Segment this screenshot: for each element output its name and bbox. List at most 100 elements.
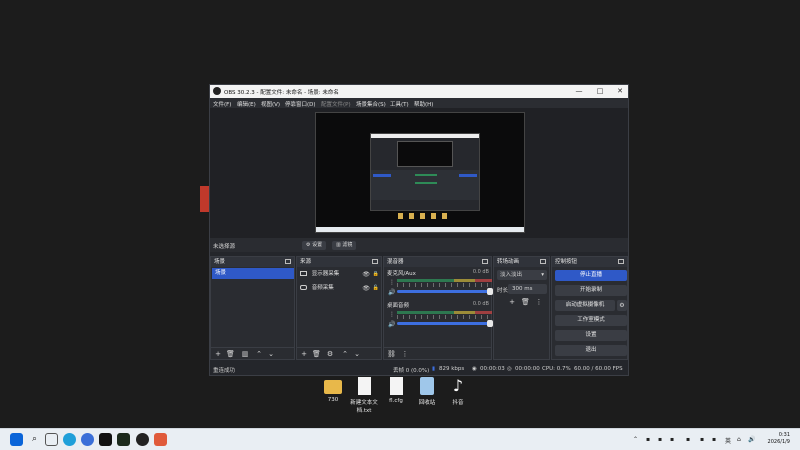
add-icon[interactable]: + bbox=[214, 350, 222, 358]
network-icon: ▮ bbox=[432, 366, 436, 372]
start-recording-button[interactable]: 开始录制 bbox=[555, 285, 627, 296]
studio-mode-button[interactable]: 工作室模式 bbox=[555, 315, 627, 326]
volume-slider[interactable] bbox=[397, 320, 493, 327]
mixer-dock-footer: ⛓ ⋮ bbox=[384, 347, 491, 359]
windows-start-icon[interactable] bbox=[10, 433, 23, 446]
menu-dots-icon[interactable]: ⋮ bbox=[401, 350, 409, 358]
tray-app-icon[interactable]: ▪ bbox=[712, 436, 716, 443]
exit-button[interactable]: 退出 bbox=[555, 345, 627, 356]
obs-taskbar-icon[interactable] bbox=[136, 433, 149, 446]
tray-app-icon[interactable]: ▪ bbox=[670, 436, 674, 443]
link-icon[interactable]: ⛓ bbox=[387, 350, 396, 358]
source-item-display-capture[interactable]: 显示器采集 👁 🔒 bbox=[300, 269, 380, 280]
transitions-dock-header: 转场动画 bbox=[494, 257, 549, 267]
eye-icon[interactable]: 👁 bbox=[362, 283, 370, 294]
source-item-audio-capture[interactable]: 音频采集 👁 🔓 bbox=[300, 283, 380, 294]
transition-selected: 淡入淡出 bbox=[500, 272, 523, 278]
trash-icon[interactable]: 🗑 bbox=[312, 350, 321, 358]
desktop-icon-label: 回收站 bbox=[418, 400, 436, 406]
menu-file[interactable]: 文件(F) bbox=[213, 100, 231, 108]
trash-icon[interactable]: 🗑 bbox=[521, 298, 530, 306]
menu-help[interactable]: 帮助(H) bbox=[414, 100, 433, 108]
volume-icon[interactable]: 🔊 bbox=[748, 436, 755, 443]
search-icon[interactable]: ⌕ bbox=[28, 433, 41, 446]
nested-taskbar bbox=[316, 227, 524, 232]
menu-profile[interactable]: 配置文件(P) bbox=[321, 100, 351, 108]
network-icon[interactable]: ⌂ bbox=[737, 436, 741, 443]
desktop-icon-label: 新建文本文 档.txt bbox=[350, 400, 378, 414]
mixer-title: 混音器 bbox=[387, 259, 404, 265]
add-icon[interactable]: + bbox=[300, 350, 308, 358]
filters-button[interactable]: ▥ 滤镜 bbox=[332, 241, 357, 250]
tiktok-taskbar-icon[interactable] bbox=[99, 433, 112, 446]
sources-dock: 来源 显示器采集 👁 🔒 音频采集 👁 🔓 + 🗑 ⚙ ⌃ ⌄ bbox=[296, 256, 382, 360]
properties-button[interactable]: ⚙ 设置 bbox=[302, 241, 327, 250]
duration-input[interactable]: 300 ms bbox=[508, 284, 547, 294]
app-icon[interactable] bbox=[117, 433, 130, 446]
speaker-icon[interactable]: 🔊 bbox=[388, 289, 395, 296]
level-meter bbox=[397, 311, 492, 314]
gear-icon[interactable]: ⚙ bbox=[326, 350, 334, 358]
settings-button[interactable]: 设置 bbox=[555, 330, 627, 341]
minimize-button[interactable]: — bbox=[572, 86, 586, 97]
undock-icon[interactable] bbox=[482, 259, 488, 264]
undock-icon[interactable] bbox=[285, 259, 291, 264]
close-button[interactable]: ✕ bbox=[613, 86, 627, 97]
app-icon[interactable] bbox=[154, 433, 167, 446]
desktop-icon-label: 抖音 bbox=[452, 400, 464, 406]
undock-icon[interactable] bbox=[540, 259, 546, 264]
title-bar[interactable]: OBS 30.2.3 - 配置文件: 未命名 - 场景: 未命名 — □ ✕ bbox=[210, 85, 628, 98]
tray-app-icon[interactable]: ▪ bbox=[700, 436, 704, 443]
desktop-icon-douyin[interactable]: ♪ 抖音 bbox=[438, 377, 478, 407]
tray-app-icon[interactable]: ▪ bbox=[646, 436, 650, 443]
menu-edit[interactable]: 编辑(E) bbox=[237, 100, 256, 108]
chevron-up-icon[interactable]: ⌃ bbox=[341, 350, 349, 358]
live-time: 00:00:03 bbox=[480, 366, 505, 372]
preview-canvas[interactable] bbox=[315, 112, 525, 233]
chevron-up-icon[interactable]: ⌃ bbox=[255, 350, 263, 358]
stop-streaming-button[interactable]: 停止直播 bbox=[555, 270, 627, 281]
menu-view[interactable]: 视图(V) bbox=[261, 100, 280, 108]
sources-dock-header: 来源 bbox=[297, 257, 381, 267]
tray-app-icon[interactable]: ▪ bbox=[686, 436, 690, 443]
taskbar: ⌕ ⌃ ▪ ▪ ▪ ▪ ▪ ▪ 英 ⌂ 🔊 0:31 2026/1/9 bbox=[0, 428, 800, 450]
maximize-button[interactable]: □ bbox=[593, 86, 607, 97]
mixer-menu-icon[interactable]: ⋮ bbox=[389, 279, 395, 286]
edge-browser-icon[interactable] bbox=[63, 433, 76, 446]
undock-icon[interactable] bbox=[372, 259, 378, 264]
trash-icon[interactable]: 🗑 bbox=[226, 350, 235, 358]
lock-icon[interactable]: 🔒 bbox=[373, 269, 379, 280]
start-virtual-camera-button[interactable]: 启动虚拟摄像机 bbox=[555, 300, 615, 311]
add-icon[interactable]: + bbox=[508, 298, 516, 306]
speaker-icon[interactable]: 🔊 bbox=[388, 321, 395, 328]
undock-icon[interactable] bbox=[618, 259, 624, 264]
obs-logo-icon bbox=[213, 87, 221, 95]
virtual-camera-settings-icon[interactable]: ⚙ bbox=[617, 300, 627, 311]
app-icon[interactable] bbox=[81, 433, 94, 446]
chevron-down-icon[interactable]: ⌄ bbox=[353, 350, 361, 358]
eye-icon[interactable]: 👁 bbox=[362, 269, 370, 280]
menu-tools[interactable]: 工具(T) bbox=[390, 100, 409, 108]
scene-list-item[interactable]: 场景 bbox=[212, 268, 294, 279]
clock[interactable]: 0:31 2026/1/9 bbox=[768, 432, 790, 446]
duration-label: 时长 bbox=[497, 288, 509, 294]
mixer-menu-icon[interactable]: ⋮ bbox=[389, 311, 395, 318]
filter-icon[interactable]: ▥ bbox=[241, 350, 249, 358]
scenes-title: 场景 bbox=[214, 259, 226, 265]
tray-app-icon[interactable]: ▪ bbox=[658, 436, 662, 443]
gear-icon: ⚙ bbox=[306, 242, 311, 248]
input-language[interactable]: 英 bbox=[725, 436, 731, 445]
tray-chevron-up-icon[interactable]: ⌃ bbox=[633, 436, 638, 443]
mixer-channel-mic: 麦克风/Aux 0.0 dB bbox=[387, 269, 493, 295]
volume-slider[interactable] bbox=[397, 288, 493, 295]
filter-icon: ▥ bbox=[336, 242, 341, 248]
menu-docks[interactable]: 停靠窗口(D) bbox=[285, 100, 316, 108]
transition-select[interactable]: 淡入淡出 ▾ bbox=[497, 270, 547, 280]
unlock-icon[interactable]: 🔓 bbox=[373, 283, 379, 294]
channel-db: 0.0 dB bbox=[472, 301, 489, 307]
menu-scene-collection[interactable]: 场景集合(S) bbox=[356, 100, 386, 108]
menu-dots-icon[interactable]: ⋮ bbox=[535, 298, 543, 306]
chevron-down-icon[interactable]: ⌄ bbox=[267, 350, 275, 358]
task-view-icon[interactable] bbox=[45, 433, 58, 446]
menu-bar: 文件(F) 编辑(E) 视图(V) 停靠窗口(D) 配置文件(P) 场景集合(S… bbox=[210, 98, 628, 108]
